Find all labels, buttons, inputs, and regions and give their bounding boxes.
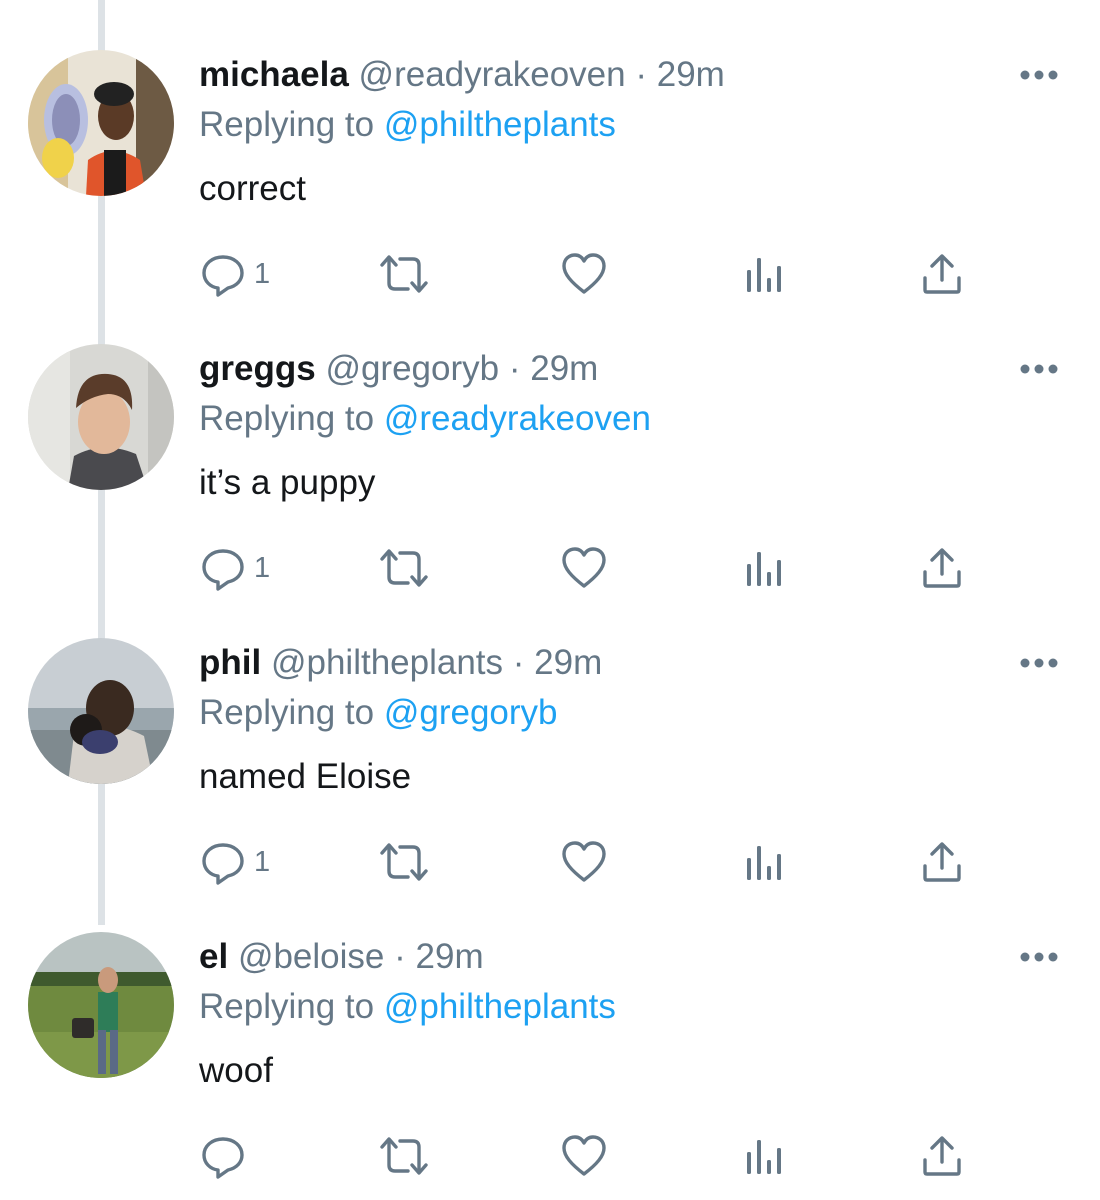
- heart-icon: [562, 841, 606, 882]
- separator: ·: [508, 349, 521, 388]
- user-handle[interactable]: @philtheplants: [271, 643, 503, 682]
- tweet-text: named Eloise: [199, 757, 412, 796]
- tweet[interactable]: michaela @readyrakeoven · 29m Replying t…: [0, 0, 1100, 297]
- more-options-button[interactable]: [1016, 650, 1062, 676]
- tweet[interactable]: el @beloise · 29m Replying to @philthepl…: [0, 882, 1100, 1179]
- replying-label: Replying to: [199, 987, 375, 1026]
- retweet-icon: [380, 255, 428, 293]
- avatar-el[interactable]: [28, 932, 174, 1078]
- more-icon: [1020, 952, 1058, 962]
- like-button[interactable]: [561, 1126, 607, 1186]
- timestamp[interactable]: 29m: [657, 55, 725, 94]
- replying-to-mention[interactable]: @philtheplants: [384, 105, 616, 144]
- replying-label: Replying to: [199, 105, 375, 144]
- retweet-icon: [380, 843, 428, 881]
- timestamp[interactable]: 29m: [530, 349, 598, 388]
- separator: ·: [394, 937, 406, 976]
- retweet-icon: [380, 549, 428, 587]
- display-name[interactable]: greggs: [199, 349, 316, 388]
- analytics-icon: [747, 1140, 781, 1174]
- replying-to-mention[interactable]: @readyrakeoven: [384, 399, 651, 438]
- user-handle[interactable]: @gregoryb: [325, 349, 499, 388]
- heart-icon: [562, 253, 606, 294]
- tweet-text: correct: [199, 169, 306, 208]
- more-options-button[interactable]: [1016, 944, 1062, 970]
- analytics-icon: [747, 846, 781, 880]
- share-button[interactable]: [920, 1126, 964, 1186]
- user-handle[interactable]: @beloise: [238, 937, 384, 976]
- reply-button[interactable]: [200, 1126, 254, 1186]
- tweet-actions: [0, 1126, 1100, 1186]
- replying-to-mention[interactable]: @philtheplants: [384, 987, 616, 1026]
- replying-to-line: Replying to @readyrakeoven: [199, 396, 651, 442]
- reply-icon: [202, 255, 244, 297]
- avatar-michaela[interactable]: [28, 50, 174, 196]
- tweet-header: phil @philtheplants · 29m: [199, 640, 602, 686]
- replying-to-line: Replying to @philtheplants: [199, 102, 616, 148]
- more-options-button[interactable]: [1016, 62, 1062, 88]
- avatar-phil[interactable]: [28, 638, 174, 784]
- analytics-icon: [747, 552, 781, 586]
- heart-icon: [562, 1135, 606, 1176]
- replying-label: Replying to: [199, 399, 375, 438]
- timestamp[interactable]: 29m: [534, 643, 602, 682]
- tweet-header: el @beloise · 29m: [199, 934, 484, 980]
- display-name[interactable]: michaela: [199, 55, 349, 94]
- more-icon: [1020, 658, 1058, 668]
- display-name[interactable]: el: [199, 937, 228, 976]
- tweet-header: michaela @readyrakeoven · 29m: [199, 52, 725, 98]
- tweet[interactable]: phil @philtheplants · 29m Replying to @g…: [0, 588, 1100, 885]
- share-icon: [923, 842, 961, 882]
- reply-icon: [202, 1137, 244, 1179]
- separator: ·: [635, 55, 648, 94]
- analytics-button[interactable]: [745, 1126, 783, 1186]
- retweet-icon: [380, 1137, 428, 1175]
- replying-label: Replying to: [199, 693, 375, 732]
- retweet-button[interactable]: [378, 1126, 430, 1186]
- tweet[interactable]: greggs @gregoryb · 29m Replying to @read…: [0, 294, 1100, 591]
- tweet-text: woof: [199, 1051, 273, 1090]
- more-options-button[interactable]: [1016, 356, 1062, 382]
- share-icon: [923, 548, 961, 588]
- share-icon: [923, 254, 961, 294]
- user-handle[interactable]: @readyrakeoven: [359, 55, 626, 94]
- tweet-header: greggs @gregoryb · 29m: [199, 346, 598, 392]
- timestamp[interactable]: 29m: [416, 937, 484, 976]
- separator: ·: [512, 643, 525, 682]
- replying-to-line: Replying to @gregoryb: [199, 690, 558, 736]
- replying-to-mention[interactable]: @gregoryb: [384, 693, 558, 732]
- reply-icon: [202, 549, 244, 591]
- heart-icon: [562, 547, 606, 588]
- share-icon: [923, 1136, 961, 1176]
- tweet-text: it’s a puppy: [199, 463, 376, 502]
- more-icon: [1020, 70, 1058, 80]
- replying-to-line: Replying to @philtheplants: [199, 984, 616, 1030]
- display-name[interactable]: phil: [199, 643, 261, 682]
- avatar-greggs[interactable]: [28, 344, 174, 490]
- analytics-icon: [747, 258, 781, 292]
- more-icon: [1020, 364, 1058, 374]
- reply-icon: [202, 843, 244, 885]
